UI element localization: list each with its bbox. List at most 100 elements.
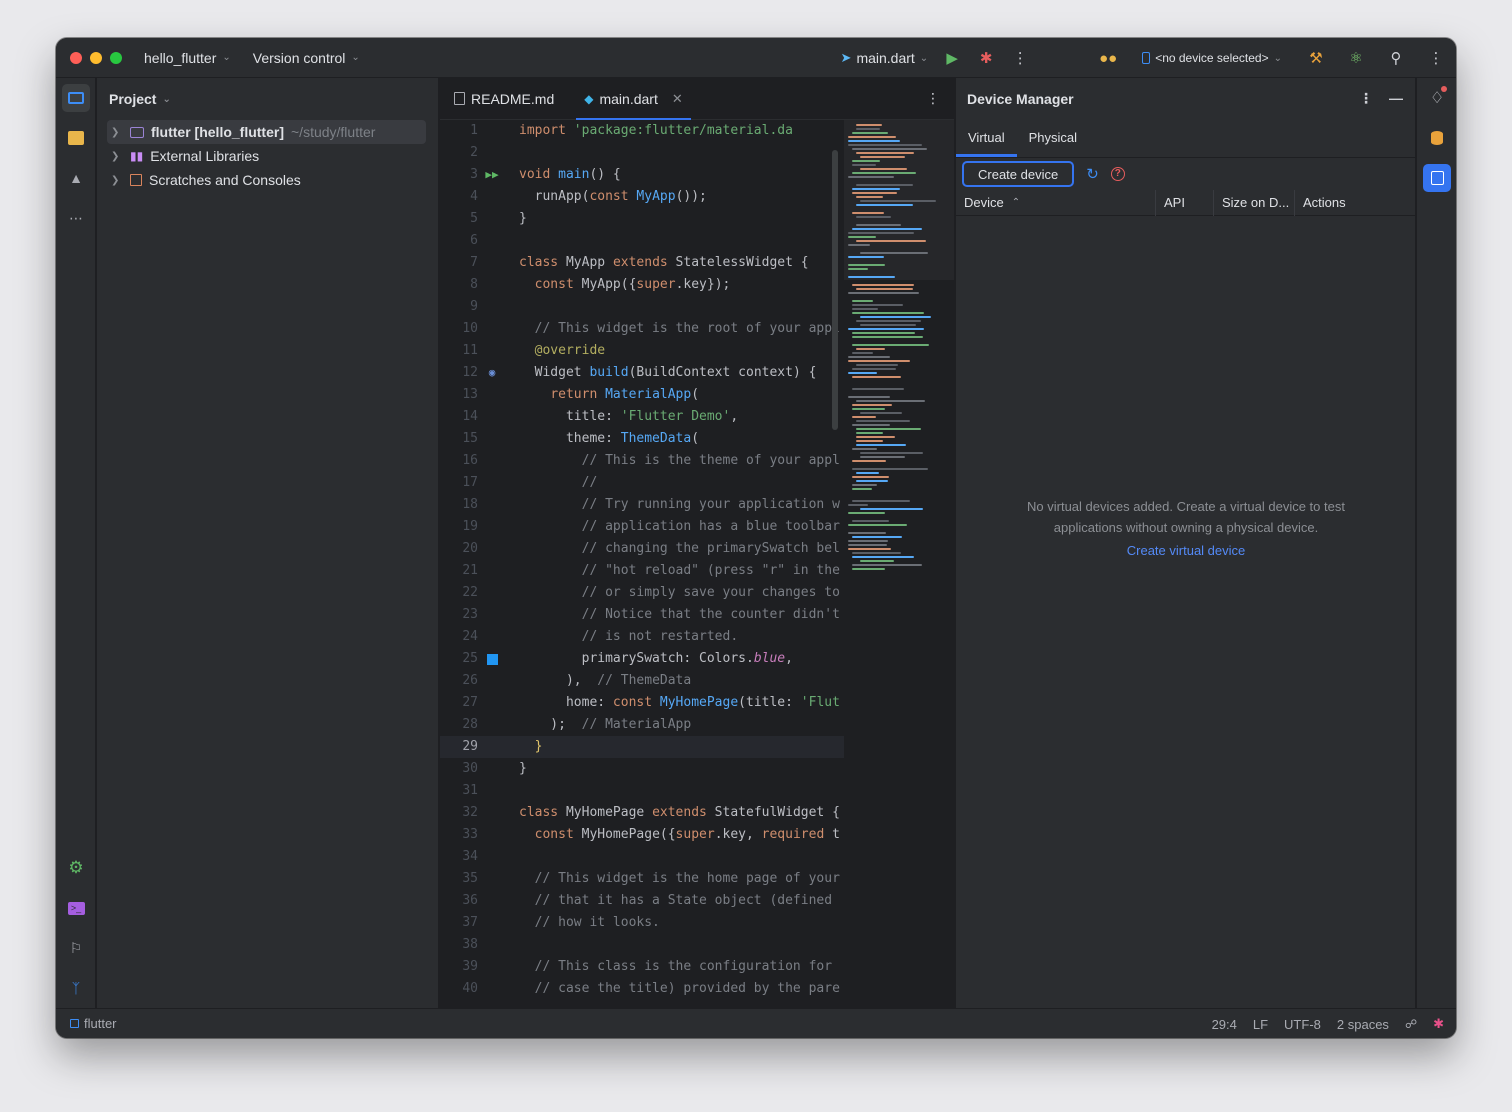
problems-button[interactable]: ⚐ [62, 934, 90, 962]
refresh-icon[interactable]: ↻ [1086, 165, 1099, 183]
code-area[interactable]: 1 import 'package:flutter/material.da 2 3… [440, 120, 954, 1008]
column-api[interactable]: API [1156, 189, 1214, 216]
color-swatch-icon[interactable] [484, 648, 500, 670]
minimap-line [852, 448, 877, 450]
minimap-line [848, 264, 885, 266]
project-panel-header[interactable]: Project ⌄ [97, 78, 438, 120]
help-icon[interactable]: ? [1110, 167, 1125, 181]
more-vertical-icon[interactable]: ⋮ [926, 90, 940, 107]
column-actions[interactable]: Actions [1295, 190, 1410, 216]
bug-icon: ⚐ [69, 939, 83, 956]
main-menu-button[interactable]: ⋮ [1416, 38, 1456, 78]
flutter-icon: ➤ [840, 50, 852, 65]
tab-physical[interactable]: Physical [1017, 130, 1089, 157]
bug-icon[interactable]: ✱ [1433, 1016, 1444, 1032]
run-config-selector[interactable]: ➤ main.dart ⌄ [841, 50, 929, 66]
flutter-inspector-button[interactable]: ⚛ [1336, 38, 1376, 78]
run-button[interactable]: ▶ [932, 38, 972, 78]
more-actions-button[interactable]: ⋮ [1000, 38, 1040, 78]
minimap-line [852, 484, 877, 486]
minimap-line [856, 216, 891, 218]
device-selector[interactable]: <no device selected> ⌄ [1142, 51, 1282, 65]
tree-item-scratches[interactable]: ❯ Scratches and Consoles [107, 168, 426, 192]
file-encoding[interactable]: UTF-8 [1284, 1017, 1321, 1032]
left-tool-strip: ▲ ⋯ ⚙ >_ ⚐ ᛉ [56, 78, 96, 1008]
minimap-line [848, 176, 894, 178]
run-config-label: main.dart [856, 50, 915, 66]
empty-state: No virtual devices added. Create a virtu… [956, 496, 1416, 561]
vcs-menu[interactable]: Version control ⌄ [253, 50, 360, 66]
status-bar: flutter 29:4 LF UTF-8 2 spaces ☍ ✱ [56, 1008, 1456, 1038]
minimize-window-button[interactable] [90, 51, 102, 64]
more-vertical-icon[interactable]: ⋮ [1359, 90, 1373, 107]
minimap-line [852, 284, 914, 286]
create-device-button[interactable]: Create device [962, 161, 1075, 187]
device-table-header: Device ⌃ API Size on D... Actions [956, 189, 1415, 216]
notifications-button[interactable]: ♢ [1423, 84, 1451, 112]
project-switcher[interactable]: hello_flutter ⌄ [144, 50, 231, 66]
git-button[interactable]: ᛉ [62, 974, 90, 1002]
more-tools-button[interactable]: ⋯ [62, 204, 90, 232]
code-minimap[interactable] [844, 120, 954, 1008]
column-size[interactable]: Size on D... [1214, 189, 1295, 216]
chevron-down-icon: ⌄ [351, 52, 360, 63]
caret-position[interactable]: 29:4 [1212, 1017, 1237, 1032]
tab-virtual[interactable]: Virtual [956, 130, 1017, 157]
override-gutter-icon[interactable]: ◉ [484, 362, 500, 384]
minimize-icon[interactable]: — [1389, 90, 1403, 107]
indent-setting[interactable]: 2 spaces [1337, 1017, 1389, 1032]
run-gutter-icon[interactable]: ▶▶ [484, 164, 500, 186]
library-icon: ▮▮ [130, 149, 144, 163]
minimap-line [848, 236, 876, 238]
column-device[interactable]: Device ⌃ [956, 189, 1156, 216]
chevron-right-icon: ❯ [111, 126, 120, 138]
minimap-line [852, 488, 872, 490]
current-line: 29 } [440, 736, 844, 758]
project-tool-button[interactable] [62, 84, 90, 112]
resource-manager-button[interactable] [62, 124, 90, 152]
minimap-line [852, 132, 888, 134]
settings-tool-button[interactable]: ⚙ [62, 854, 90, 882]
tab-main-dart[interactable]: ◆ main.dart ✕ [570, 78, 697, 120]
minimap-line [852, 552, 901, 554]
tree-item-label: External Libraries [150, 148, 260, 164]
database-button[interactable] [1423, 124, 1451, 152]
lock-icon[interactable]: ☍ [1405, 1017, 1417, 1031]
branch-icon: ᛉ [71, 980, 81, 996]
chevron-right-icon: ❯ [111, 150, 120, 162]
tree-item-external-libraries[interactable]: ❯ ▮▮ External Libraries [107, 144, 426, 168]
tree-item-flutter[interactable]: ❯ flutter [hello_flutter] ~/study/flutte… [107, 120, 426, 144]
close-window-button[interactable] [70, 51, 82, 64]
minimap-line [848, 140, 900, 142]
empty-message-line-2: applications without owning a physical d… [1053, 520, 1319, 535]
bug-icon: ✱ [979, 50, 993, 67]
project-name: hello_flutter [144, 49, 217, 66]
debug-button[interactable]: ✱ [972, 38, 1000, 78]
more-horizontal-icon: ⋯ [69, 209, 83, 226]
tab-readme[interactable]: README.md [440, 78, 568, 120]
structure-button[interactable]: ▲ [62, 164, 90, 192]
close-icon[interactable]: ✕ [672, 91, 683, 107]
device-manager-toolbar: Create device ↻ ? [956, 158, 1415, 190]
minimap-line [852, 568, 885, 570]
sdk-tools-button[interactable]: ⚒ [1296, 38, 1336, 78]
device-manager-tabs: Virtual Physical [956, 120, 1415, 158]
terminal-button[interactable]: >_ [62, 894, 90, 922]
line-separator[interactable]: LF [1253, 1017, 1268, 1032]
empty-message-line-1: No virtual devices added. Create a virtu… [1027, 499, 1345, 514]
minimap-line [852, 228, 922, 230]
status-project[interactable]: flutter [70, 1016, 117, 1031]
tools-icon: ⚒ [1309, 50, 1323, 67]
zoom-window-button[interactable] [110, 51, 122, 64]
create-virtual-device-link[interactable]: Create virtual device [956, 540, 1416, 561]
minimap-line [856, 348, 885, 350]
code-with-me-button[interactable]: ●● [1088, 38, 1128, 78]
editor-scrollbar[interactable] [832, 150, 838, 430]
search-button[interactable]: ⚲ [1376, 38, 1416, 78]
minimap-line [848, 548, 891, 550]
minimap-line [852, 476, 889, 478]
device-manager-tool-button[interactable] [1423, 164, 1451, 192]
minimap-line [852, 172, 916, 174]
folder-icon [68, 92, 84, 104]
minimap-line [852, 212, 884, 214]
